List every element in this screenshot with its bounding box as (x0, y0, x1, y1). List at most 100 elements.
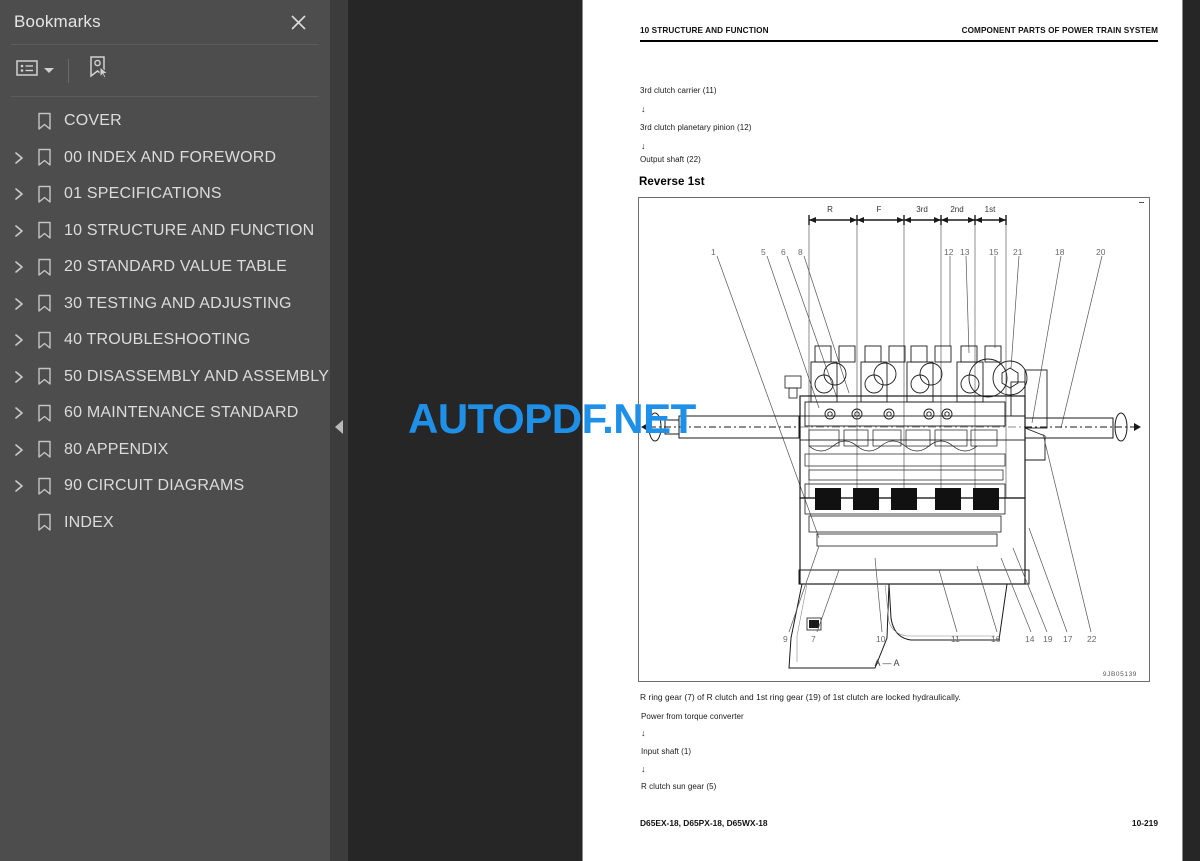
flow-top-line-1: ↓ (641, 104, 646, 114)
bookmark-item[interactable]: 40 TROUBLESHOOTING (0, 322, 330, 359)
new-bookmark-button[interactable] (83, 56, 115, 86)
bookmark-icon (30, 292, 58, 316)
bookmark-item-label: 50 DISASSEMBLY AND ASSEMBLY (64, 367, 330, 385)
svg-text:1: 1 (711, 247, 716, 257)
bookmark-item-label: 80 APPENDIX (64, 440, 169, 458)
bookmark-item[interactable]: 01 SPECIFICATIONS (0, 176, 330, 213)
svg-text:5: 5 (761, 247, 766, 257)
svg-text:7: 7 (811, 634, 816, 644)
chevron-right-icon[interactable] (8, 256, 30, 278)
bookmark-icon (30, 182, 58, 206)
svg-text:9: 9 (783, 634, 788, 644)
bookmark-item-label: 30 TESTING AND ADJUSTING (64, 294, 292, 312)
range-label-F: F (877, 205, 882, 214)
bookmark-item-label: 20 STANDARD VALUE TABLE (64, 258, 288, 276)
bookmark-item[interactable]: 10 STRUCTURE AND FUNCTION (0, 213, 330, 250)
bookmarks-toolbar (0, 45, 330, 96)
chevron-right-icon[interactable] (8, 439, 30, 461)
range-label-2nd: 2nd (950, 205, 963, 214)
chevron-right-icon[interactable] (8, 329, 30, 351)
flow-bottom-line-2: Input shaft (1) (641, 747, 692, 756)
bookmarks-list: COVER 00 INDEX AND FOREWORD 01 SPECIFICATI… (0, 97, 330, 541)
bookmark-item[interactable]: 60 MAINTENANCE STANDARD (0, 395, 330, 432)
chevron-right-icon[interactable] (8, 220, 30, 242)
bookmark-item[interactable]: 50 DISASSEMBLY AND ASSEMBLY (0, 359, 330, 396)
header-rule (640, 40, 1158, 43)
svg-text:14: 14 (1025, 634, 1035, 644)
bookmark-icon (30, 474, 58, 498)
chevron-right-icon[interactable] (8, 147, 30, 169)
flow-bottom-line-0: Power from torque converter (641, 712, 744, 721)
bookmark-item[interactable]: 00 INDEX AND FOREWORD (0, 140, 330, 177)
page-footer-left: D65EX-18, D65PX-18, D65WX-18 (640, 818, 768, 828)
svg-text:22: 22 (1087, 634, 1097, 644)
chevron-right-icon[interactable] (8, 183, 30, 205)
page-footer-right: 10-219 (1131, 818, 1158, 828)
bookmark-item[interactable]: INDEX (0, 505, 330, 542)
svg-text:12: 12 (944, 247, 954, 257)
chevron-right-icon[interactable] (8, 293, 30, 315)
bookmark-item-label: 40 TROUBLESHOOTING (64, 331, 251, 349)
range-label-3rd: 3rd (916, 205, 928, 214)
svg-text:17: 17 (1063, 634, 1073, 644)
figure-caption: R ring gear (7) of R clutch and 1st ring… (640, 692, 961, 702)
svg-text:19: 19 (1043, 634, 1053, 644)
bookmark-item[interactable]: 30 TESTING AND ADJUSTING (0, 286, 330, 323)
bookmark-icon (30, 146, 58, 170)
bookmark-icon (30, 401, 58, 425)
bookmark-icon (30, 365, 58, 389)
bookmark-item[interactable]: 20 STANDARD VALUE TABLE (0, 249, 330, 286)
figure-section-label: A — A (874, 658, 899, 668)
range-label-R: R (827, 205, 833, 214)
bookmark-item[interactable]: 90 CIRCUIT DIAGRAMS (0, 468, 330, 505)
bookmarks-panel: Bookmarks COVER 00 INDEX AND FOREWORD 01… (0, 0, 330, 861)
chevron-down-icon (44, 68, 54, 73)
svg-text:10: 10 (876, 634, 886, 644)
flow-bottom-line-1: ↓ (641, 728, 646, 738)
bookmark-icon (30, 219, 58, 243)
page-header-left: 10 STRUCTURE AND FUNCTION (640, 26, 769, 35)
flow-bottom-line-3: ↓ (641, 764, 646, 774)
svg-text:21: 21 (1013, 247, 1023, 257)
svg-text:20: 20 (1096, 247, 1106, 257)
svg-text:18: 18 (1055, 247, 1065, 257)
flow-bottom-line-4: R clutch sun gear (5) (641, 782, 717, 791)
bookmark-item-label: 60 MAINTENANCE STANDARD (64, 404, 299, 422)
figure-drawing-number: 9JB05139 (1103, 671, 1137, 678)
bookmark-options-button[interactable] (12, 56, 58, 86)
chevron-right-icon[interactable] (8, 475, 30, 497)
bookmark-item-label: INDEX (64, 513, 114, 531)
close-icon[interactable] (286, 10, 310, 34)
new-bookmark-icon (87, 55, 111, 86)
document-viewer: 10 STRUCTURE AND FUNCTION COMPONENT PART… (348, 0, 1200, 861)
section-heading: Reverse 1st (639, 176, 705, 188)
svg-text:11: 11 (951, 634, 960, 644)
bookmark-item-label: 00 INDEX AND FOREWORD (64, 148, 277, 166)
collapse-sidebar-icon (335, 420, 343, 434)
chevron-right-icon[interactable] (8, 366, 30, 388)
bookmark-icon (30, 109, 58, 133)
bookmark-item-label: 90 CIRCUIT DIAGRAMS (64, 477, 245, 495)
svg-text:6: 6 (781, 247, 786, 257)
technical-figure: R F 3rd 2nd 1st 1 5 6 8 12 13 15 21 18 2… (638, 197, 1150, 682)
bookmark-item-label: 10 STRUCTURE AND FUNCTION (64, 221, 315, 239)
bookmark-item[interactable]: COVER (0, 103, 330, 140)
flow-top-line-2: 3rd clutch planetary pinion (12) (640, 123, 752, 132)
flow-top-line-0: 3rd clutch carrier (11) (640, 86, 717, 95)
page-header-right: COMPONENT PARTS OF POWER TRAIN SYSTEM (961, 26, 1158, 35)
flow-top-line-4: Output shaft (22) (640, 155, 701, 164)
bookmark-item-label: COVER (64, 112, 122, 130)
bookmarks-panel-header: Bookmarks (0, 0, 330, 44)
list-options-icon (16, 59, 38, 82)
bookmark-item-label: 01 SPECIFICATIONS (64, 185, 222, 203)
svg-text:8: 8 (798, 247, 803, 257)
sidebar-collapse-handle[interactable] (330, 0, 348, 861)
pdf-page: 10 STRUCTURE AND FUNCTION COMPONENT PART… (583, 0, 1182, 861)
bookmark-icon (30, 328, 58, 352)
bookmark-icon (30, 511, 58, 535)
bookmark-item[interactable]: 80 APPENDIX (0, 432, 330, 469)
chevron-right-icon[interactable] (8, 402, 30, 424)
svg-text:13: 13 (960, 247, 970, 257)
svg-text:16: 16 (991, 634, 1001, 644)
pdf-viewer-window: Bookmarks COVER 00 INDEX AND FOREWORD 01… (0, 0, 1200, 861)
